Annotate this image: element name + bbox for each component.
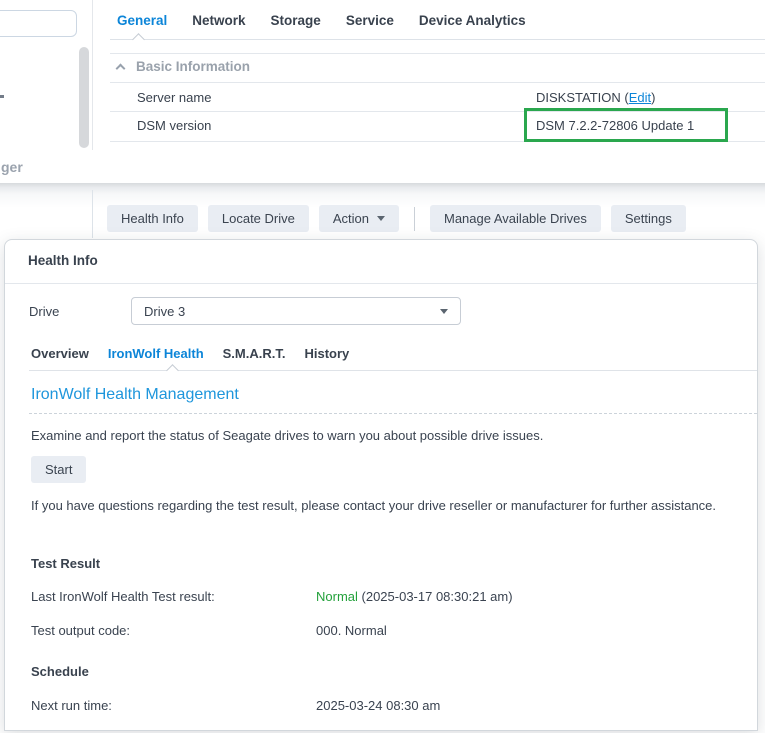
active-tab-notch (166, 364, 179, 377)
edit-link[interactable]: Edit (629, 90, 651, 105)
tab-underline (29, 370, 757, 371)
drive-label: Drive (29, 304, 59, 319)
tab-service[interactable]: Service (346, 13, 394, 28)
sidebar-divider (92, 0, 93, 150)
output-code-value: 000. Normal (316, 623, 387, 638)
health-info-dialog: Health Info Drive Drive 3 Overview IronW… (4, 239, 758, 731)
scrollbar-thumb[interactable] (79, 47, 89, 148)
settings-button[interactable]: Settings (611, 205, 686, 232)
dialog-tabs: Overview IronWolf Health S.M.A.R.T. Hist… (31, 346, 349, 361)
search-input[interactable] (0, 10, 77, 37)
tab-underline (110, 39, 765, 40)
description-text: Examine and report the status of Seagate… (31, 428, 741, 443)
start-button[interactable]: Start (31, 456, 86, 483)
tab-storage[interactable]: Storage (271, 13, 321, 28)
status-badge: Normal (316, 589, 358, 604)
basic-information-section-header[interactable]: Basic Information (117, 59, 250, 74)
manage-available-drives-button[interactable]: Manage Available Drives (430, 205, 601, 232)
last-test-timestamp: (2025-03-17 08:30:21 am) (358, 589, 513, 604)
settings-button-label: Settings (625, 205, 672, 232)
divider (5, 283, 757, 284)
next-run-label: Next run time: (31, 698, 112, 713)
clipped-sidebar-text (0, 95, 4, 98)
drive-select-value: Drive 3 (132, 304, 440, 319)
chevron-down-icon (377, 216, 385, 221)
server-name-value: DISKSTATION (Edit) (536, 90, 655, 105)
chevron-down-icon (440, 309, 448, 314)
action-button-label: Action (333, 205, 369, 232)
dialog-title: Health Info (28, 253, 98, 268)
server-name-text-close: ) (651, 90, 655, 105)
tab-smart[interactable]: S.M.A.R.T. (223, 346, 286, 361)
control-panel-tabs: General Network Storage Service Device A… (117, 13, 526, 28)
section-title: Basic Information (136, 59, 250, 74)
divider (110, 82, 765, 83)
server-name-text: DISKSTATION ( (536, 90, 629, 105)
health-info-button[interactable]: Health Info (107, 205, 198, 232)
tab-overview[interactable]: Overview (31, 346, 89, 361)
active-tab-notch (132, 33, 145, 46)
tab-network[interactable]: Network (192, 13, 245, 28)
output-code-label: Test output code: (31, 623, 130, 638)
manage-available-drives-button-label: Manage Available Drives (444, 205, 587, 232)
action-dropdown-button[interactable]: Action (319, 205, 399, 232)
tab-history[interactable]: History (304, 346, 349, 361)
server-name-label: Server name (137, 90, 211, 105)
window-title-fragment: ger (1, 159, 23, 175)
schedule-heading: Schedule (31, 664, 89, 679)
start-button-label: Start (45, 456, 72, 483)
health-info-button-label: Health Info (121, 205, 184, 232)
tab-device-analytics[interactable]: Device Analytics (419, 13, 526, 28)
note-text: If you have questions regarding the test… (31, 495, 737, 516)
last-test-label: Last IronWolf Health Test result: (31, 589, 215, 604)
sidebar-divider (92, 190, 93, 238)
ironwolf-health-management-heading: IronWolf Health Management (31, 386, 239, 404)
toolbar-separator (414, 207, 415, 231)
chevron-up-icon (116, 64, 126, 74)
highlight-box (524, 108, 728, 142)
locate-drive-button-label: Locate Drive (222, 205, 295, 232)
divider (110, 53, 765, 54)
locate-drive-button[interactable]: Locate Drive (208, 205, 309, 232)
tab-ironwolf-health[interactable]: IronWolf Health (108, 346, 204, 361)
test-result-heading: Test Result (31, 556, 100, 571)
dsm-version-label: DSM version (137, 118, 211, 133)
storage-manager-toolbar: Health Info Locate Drive Action Manage A… (107, 205, 686, 232)
tab-general[interactable]: General (117, 13, 167, 28)
drive-select[interactable]: Drive 3 (131, 297, 461, 325)
dashed-divider (29, 413, 757, 414)
next-run-value: 2025-03-24 08:30 am (316, 698, 440, 713)
last-test-value: Normal (2025-03-17 08:30:21 am) (316, 589, 513, 604)
